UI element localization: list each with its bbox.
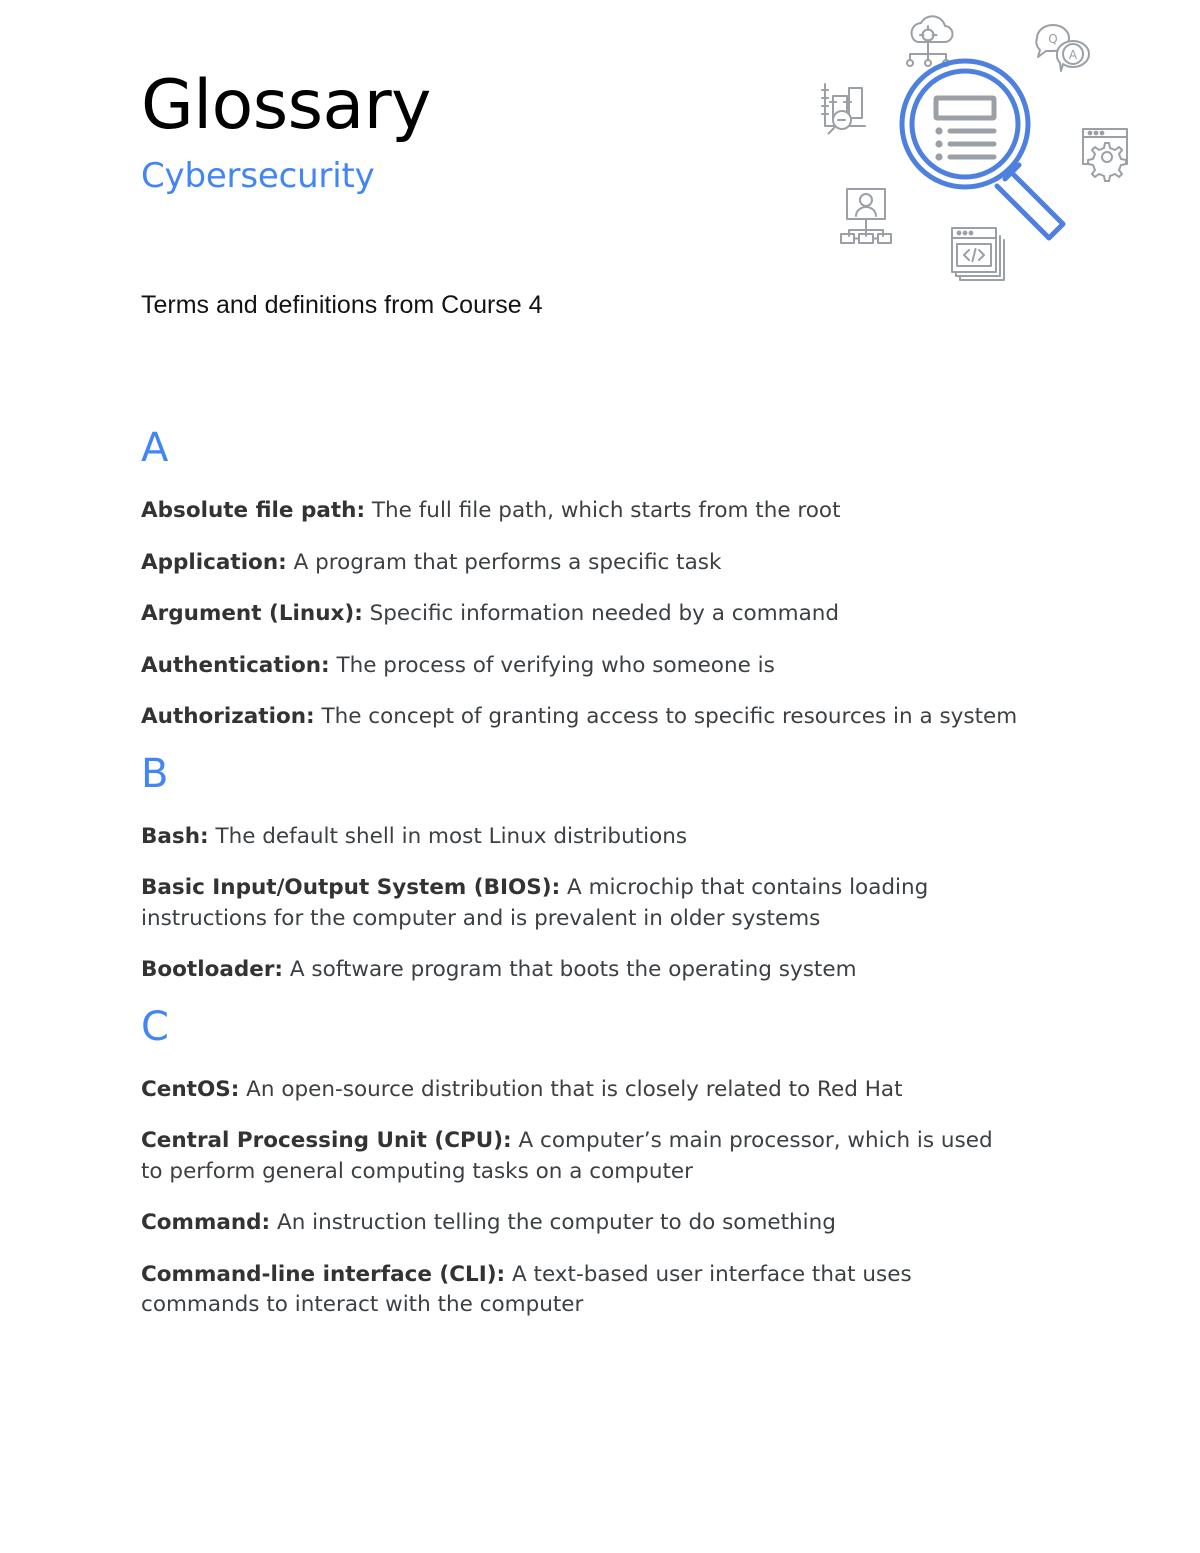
question-answer-bubbles-icon: Q A (1035, 24, 1090, 72)
svg-text:Q: Q (1048, 32, 1057, 46)
glossary-page: Glossary Cybersecurity Terms and definit… (0, 0, 1200, 1553)
browser-settings-gear-icon (1082, 128, 1128, 182)
page-title: Glossary (141, 66, 431, 145)
page-tagline: Terms and definitions from Course 4 (141, 291, 543, 319)
glossary-entry: Bootloader: A software program that boot… (141, 955, 1021, 986)
entry-definition: A program that performs a specific task (293, 549, 722, 575)
entry-term: Authentication: (141, 652, 330, 678)
magnifier-list-icon (899, 58, 1066, 241)
glossary-entry: Command-line interface (CLI): A text-bas… (141, 1260, 1021, 1321)
code-window-icon (951, 227, 1005, 281)
glossary-section-b: B Bash: The default shell in most Linux … (141, 754, 1021, 986)
glossary-entry: Authorization: The concept of granting a… (141, 702, 1021, 733)
section-letter-b: B (141, 750, 169, 797)
bar-chart-analysis-icon (821, 83, 866, 135)
glossary-entry: Absolute file path: The full file path, … (141, 496, 1021, 527)
glossary-content: A Absolute file path: The full file path… (141, 428, 1021, 1342)
page-subtitle: Cybersecurity (141, 156, 375, 196)
glossary-entry: Command: An instruction telling the comp… (141, 1208, 1021, 1239)
header-illustration: Q A (805, 2, 1175, 292)
entry-definition: Specific information needed by a command (369, 601, 840, 627)
section-letter-c: C (141, 1003, 169, 1050)
entry-term: Bash: (141, 823, 209, 849)
section-letter-a: A (141, 425, 169, 471)
glossary-entry: CentOS: An open-source distribution that… (141, 1075, 1021, 1106)
cloud-network-icon (906, 15, 954, 67)
glossary-entry: Authentication: The process of verifying… (141, 651, 1021, 682)
entry-term: Basic Input/Output System (BIOS): (141, 875, 561, 901)
entry-definition: The default shell in most Linux distribu… (215, 823, 688, 849)
entry-term: Command: (141, 1210, 271, 1236)
entry-term: Absolute file path: (141, 498, 366, 523)
entry-term: Authorization: (141, 704, 315, 730)
entry-definition: An instruction telling the computer to d… (277, 1210, 836, 1236)
glossary-entry: Argument (Linux): Specific information n… (141, 599, 1021, 630)
glossary-entry: Bash: The default shell in most Linux di… (141, 822, 1021, 853)
glossary-entry: Application: A program that performs a s… (141, 548, 1021, 579)
glossary-entry: Central Processing Unit (CPU): A compute… (141, 1126, 1021, 1187)
entry-definition: The full file path, which starts from th… (371, 498, 841, 523)
entry-term: CentOS: (141, 1076, 240, 1102)
entry-term: Central Processing Unit (CPU): (141, 1128, 512, 1154)
entry-definition: A software program that boots the operat… (289, 957, 857, 983)
glossary-entry: Basic Input/Output System (BIOS): A micr… (141, 873, 1021, 934)
header-title-block: Glossary Cybersecurity (141, 72, 821, 200)
user-org-chart-icon (840, 188, 892, 244)
entry-definition: The concept of granting access to specif… (321, 704, 1018, 730)
entry-term: Argument (Linux): (141, 601, 363, 627)
entry-definition: The process of verifying who someone is (336, 652, 775, 678)
document-header: Glossary Cybersecurity Terms and definit… (0, 0, 1200, 340)
glossary-section-c: C CentOS: An open-source distribution th… (141, 1007, 1021, 1321)
entry-term: Application: (141, 549, 287, 575)
svg-text:A: A (1069, 48, 1078, 62)
entry-term: Bootloader: (141, 957, 284, 983)
entry-definition: An open-source distribution that is clos… (246, 1076, 903, 1102)
entry-term: Command-line interface (CLI): (141, 1261, 506, 1287)
glossary-section-a: A Absolute file path: The full file path… (141, 428, 1021, 733)
